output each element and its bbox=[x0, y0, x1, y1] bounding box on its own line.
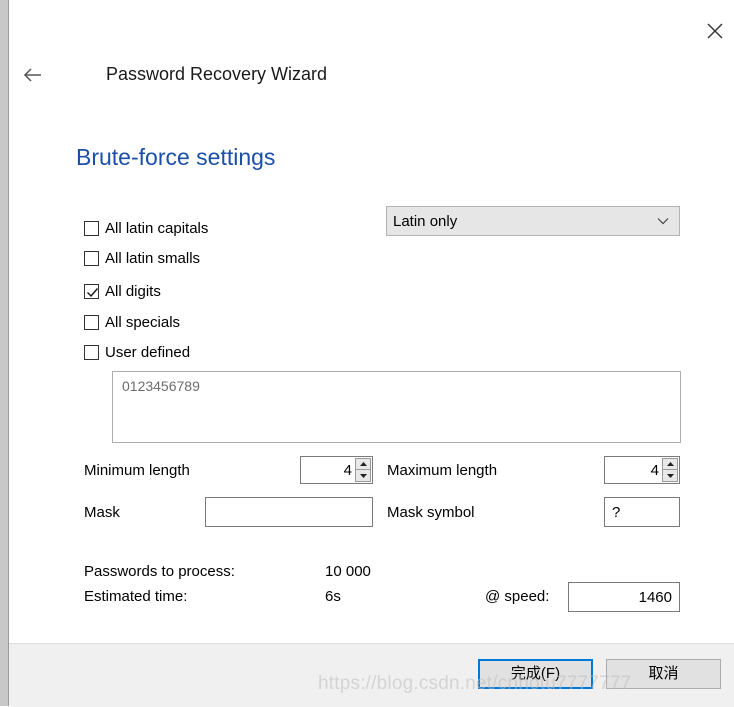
max-length-label: Maximum length bbox=[387, 462, 498, 479]
checkbox-label: All latin capitals bbox=[105, 219, 209, 237]
mask-label: Mask bbox=[84, 504, 120, 521]
min-length-value: 4 bbox=[343, 462, 352, 479]
checkbox-latin-smalls[interactable]: All latin smalls bbox=[84, 248, 200, 268]
triangle-up-icon bbox=[666, 462, 674, 466]
min-length-label: Minimum length bbox=[84, 462, 190, 479]
finish-button[interactable]: 完成(F) bbox=[478, 659, 593, 689]
max-length-value: 4 bbox=[650, 462, 659, 479]
chevron-down-icon bbox=[657, 218, 669, 225]
checkbox-box[interactable] bbox=[84, 250, 99, 266]
checkbox-specials[interactable]: All specials bbox=[84, 312, 180, 332]
checkbox-box[interactable] bbox=[84, 283, 99, 299]
checkbox-box[interactable] bbox=[84, 314, 99, 330]
checkbox-user-defined[interactable]: User defined bbox=[84, 342, 190, 362]
language-select[interactable]: Latin only bbox=[386, 206, 680, 236]
checkbox-latin-capitals[interactable]: All latin capitals bbox=[84, 218, 208, 238]
passwords-to-process-label: Passwords to process: bbox=[84, 563, 235, 580]
increment-button[interactable] bbox=[355, 458, 371, 470]
checkbox-box[interactable] bbox=[84, 344, 99, 360]
estimated-time-label: Estimated time: bbox=[84, 588, 188, 605]
back-arrow-icon bbox=[23, 68, 41, 82]
language-select-value: Latin only bbox=[393, 213, 458, 230]
checkbox-label: All specials bbox=[105, 313, 181, 331]
max-length-stepper[interactable]: 4 bbox=[604, 456, 680, 484]
window-left-border bbox=[0, 0, 9, 706]
wizard-title: Password Recovery Wizard bbox=[106, 64, 328, 84]
checkbox-digits[interactable]: All digits bbox=[84, 281, 161, 301]
estimated-time-value: 6s bbox=[325, 588, 341, 605]
section-title: Brute-force settings bbox=[76, 144, 276, 170]
min-length-stepper[interactable]: 4 bbox=[300, 456, 373, 484]
checkmark-icon bbox=[87, 287, 99, 297]
cancel-button[interactable]: 取消 bbox=[606, 659, 721, 689]
speed-label: @ speed: bbox=[485, 588, 550, 605]
mask-symbol-label: Mask symbol bbox=[387, 504, 475, 521]
checkbox-label: All latin smalls bbox=[105, 249, 201, 267]
passwords-to-process-value: 10 000 bbox=[325, 563, 371, 580]
decrement-button[interactable] bbox=[662, 470, 678, 482]
checkbox-label: User defined bbox=[105, 343, 191, 361]
increment-button[interactable] bbox=[662, 458, 678, 470]
triangle-up-icon bbox=[359, 462, 367, 466]
triangle-down-icon bbox=[666, 473, 674, 478]
decrement-button[interactable] bbox=[355, 470, 371, 482]
checkbox-label: All digits bbox=[105, 282, 161, 300]
mask-input[interactable] bbox=[205, 497, 373, 527]
checkbox-box[interactable] bbox=[84, 220, 99, 236]
back-button[interactable] bbox=[22, 64, 44, 86]
speed-value-field: 1460 bbox=[568, 582, 680, 612]
close-icon bbox=[707, 23, 723, 39]
charset-preview-field[interactable]: 0123456789 bbox=[112, 371, 681, 443]
triangle-down-icon bbox=[359, 473, 367, 478]
mask-symbol-input[interactable]: ? bbox=[604, 497, 680, 527]
close-button[interactable] bbox=[700, 16, 730, 46]
